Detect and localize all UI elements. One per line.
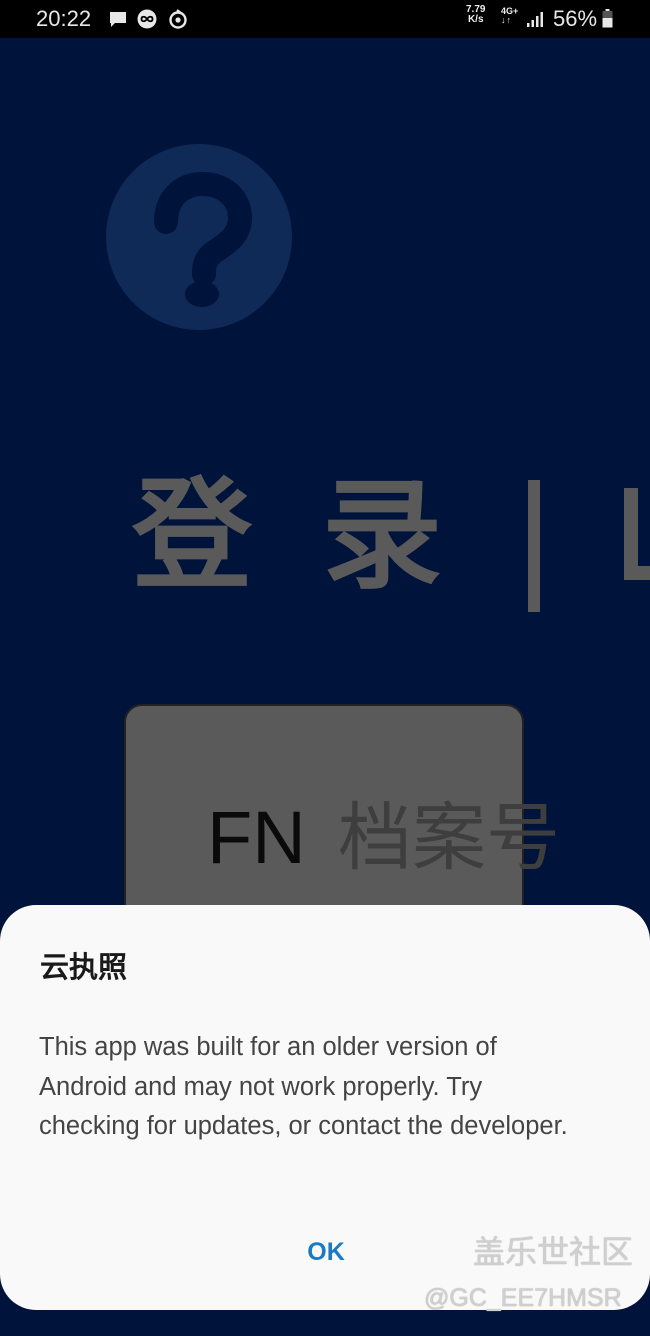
battery-icon [602,9,613,28]
netease-icon [169,9,187,29]
signal-icon [527,12,543,27]
infinity-app-icon [137,9,157,29]
status-bar: 20:22 7.79 K/s 4G+ ↓↑ 56% [0,0,650,38]
battery-percent: 56% [553,6,598,31]
status-time: 20:22 [36,6,92,31]
dialog-message: This app was built for an older version … [39,1033,568,1140]
login-title: 登录 [132,467,512,606]
question-mark-icon [154,171,253,307]
title-divider [528,480,540,612]
watermark-name: 盖乐世社区 [473,1233,634,1271]
phone-screen: 20:22 7.79 K/s 4G+ ↓↑ 56% 登录 FN 档案号 云执照 … [0,0,650,1336]
network-speed-unit: K/s [467,14,484,25]
watermark-handle: @GC_EE7HMSR [424,1284,622,1312]
fn-chinese-label: 档案号 [338,795,560,881]
network-speed: 7.79 K/s [466,5,485,25]
title-partial-glyph [624,488,650,580]
message-icon [110,12,126,27]
dialog-title: 云执照 [40,950,128,984]
help-button[interactable] [106,144,292,330]
ok-button[interactable]: OK [290,1228,362,1276]
fn-label: FN [207,796,306,879]
network-type: 4G+ ↓↑ [501,6,518,25]
data-arrows-icon: ↓↑ [501,15,512,25]
